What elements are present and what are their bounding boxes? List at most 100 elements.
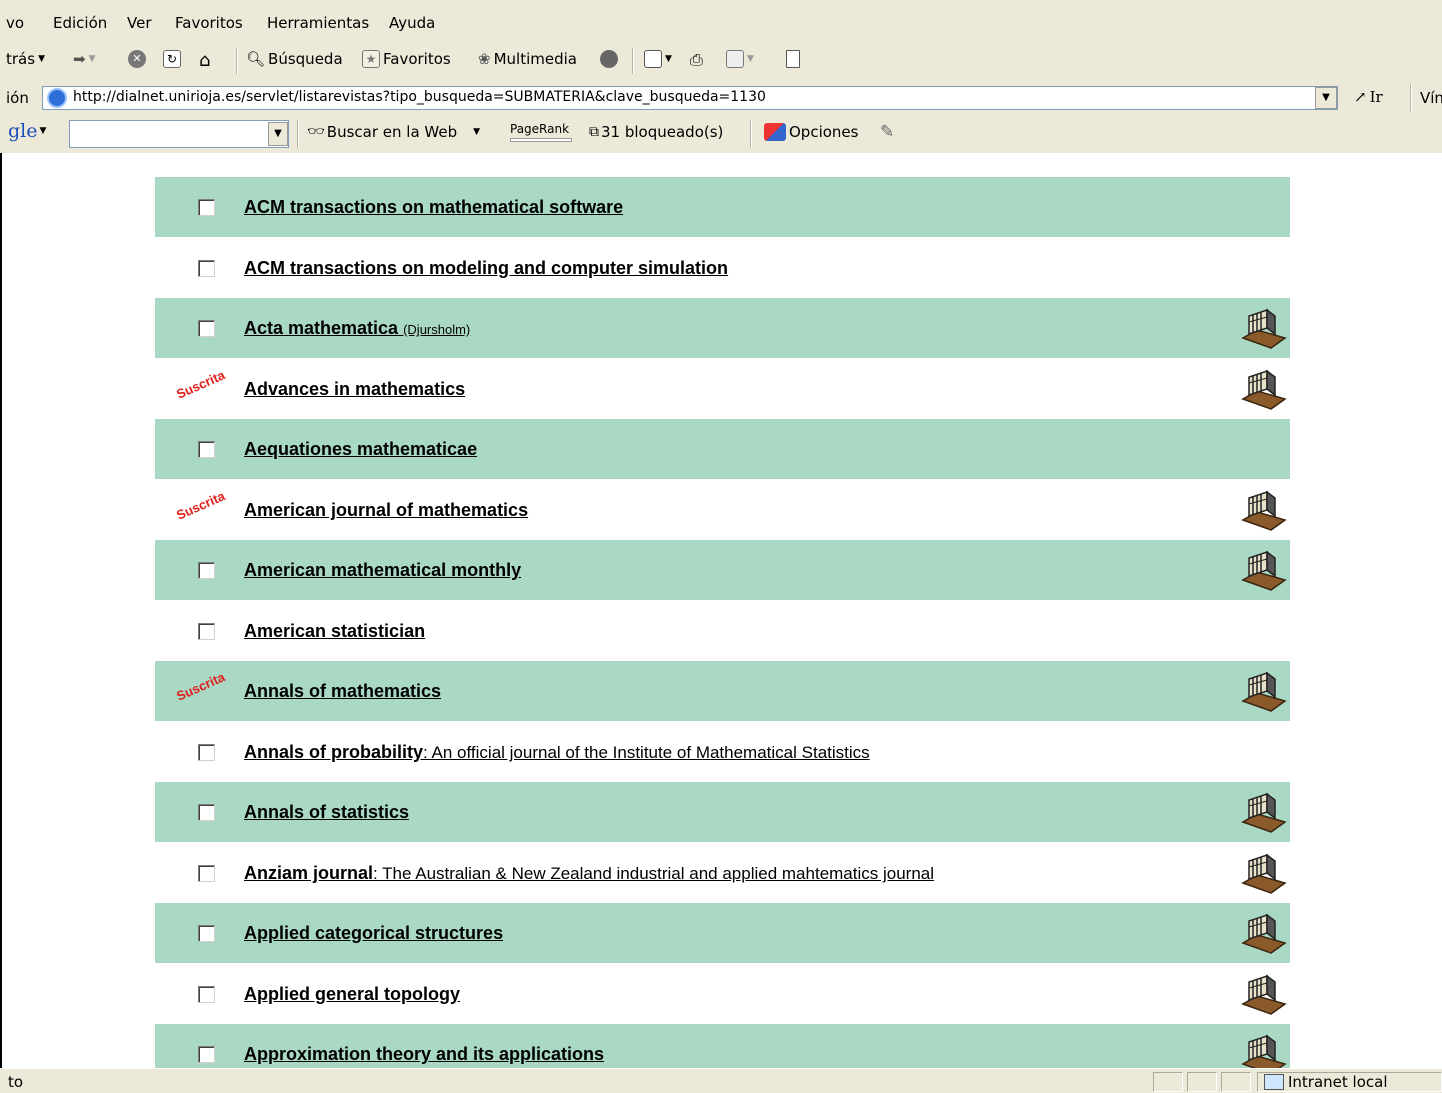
menu-favoritos[interactable]: Favoritos xyxy=(175,14,243,32)
popup-blocker-button[interactable]: ⧉ 31 bloqueado(s) xyxy=(589,123,723,141)
library-icon[interactable] xyxy=(1241,1034,1287,1068)
journal-title: Advances in mathematics xyxy=(244,379,466,399)
home-icon: ⌂ xyxy=(199,50,211,71)
discuss-button[interactable] xyxy=(786,50,800,68)
address-input[interactable]: http://dialnet.unirioja.es/servlet/lista… xyxy=(42,86,1338,110)
chevron-down-icon: ▼ xyxy=(665,54,672,64)
menu-edicion[interactable]: Edición xyxy=(53,14,107,32)
journal-title-link[interactable]: Applied general topology xyxy=(244,984,460,1005)
refresh-button[interactable]: ↻ xyxy=(163,50,181,68)
journal-row: Suscrita Advances in mathematics xyxy=(155,359,1290,419)
journal-title: Acta mathematica xyxy=(244,318,399,338)
journal-title: American statistician xyxy=(244,621,426,641)
back-label: trás xyxy=(6,50,36,68)
journal-title-link[interactable]: Advances in mathematics xyxy=(244,379,465,400)
journal-title-link[interactable]: American statistician xyxy=(244,621,425,642)
journal-title: American journal of mathematics xyxy=(244,500,529,520)
journal-title: Annals of mathematics xyxy=(244,681,442,701)
journal-checkbox[interactable] xyxy=(198,865,215,882)
history-button[interactable] xyxy=(600,50,618,68)
journal-title-link[interactable]: Acta mathematica (Djursholm) xyxy=(244,318,470,339)
journal-checkbox[interactable] xyxy=(198,1046,215,1063)
library-icon[interactable] xyxy=(1241,671,1287,713)
security-zone-label: Intranet local xyxy=(1288,1073,1388,1091)
journal-title-link[interactable]: ACM transactions on mathematical softwar… xyxy=(244,197,623,218)
journal-row: Applied general topology xyxy=(155,964,1290,1024)
menu-ver[interactable]: Ver xyxy=(127,14,152,32)
print-icon: ⎙ xyxy=(690,50,703,69)
journal-title-link[interactable]: Aequationes mathematicae xyxy=(244,439,477,460)
journal-title-link[interactable]: Applied categorical structures xyxy=(244,923,503,944)
pagerank-bar xyxy=(510,138,572,142)
menu-herramientas[interactable]: Herramientas xyxy=(267,14,369,32)
stop-button[interactable]: ✕ xyxy=(128,50,146,68)
journal-checkbox[interactable] xyxy=(198,199,215,216)
journal-checkbox[interactable] xyxy=(198,986,215,1003)
google-menu-button[interactable]: gle ▼ xyxy=(8,120,46,142)
highlighter-icon[interactable]: ✎ xyxy=(880,122,894,142)
google-logo: gle xyxy=(8,120,38,142)
favorites-button[interactable]: ★ Favoritos xyxy=(362,50,451,68)
library-icon[interactable] xyxy=(1241,369,1287,411)
library-icon[interactable] xyxy=(1241,974,1287,1016)
journal-checkbox[interactable] xyxy=(198,441,215,458)
journal-title-link[interactable]: Annals of statistics xyxy=(244,802,409,823)
journal-row: Anziam journal: The Australian & New Zea… xyxy=(155,843,1290,903)
back-button[interactable]: trás ▼ xyxy=(6,50,45,68)
stop-icon: ✕ xyxy=(128,50,146,68)
toolbar-separator xyxy=(632,48,634,74)
address-dropdown[interactable]: ▼ xyxy=(1315,87,1337,109)
media-button[interactable]: ❀ Multimedia xyxy=(478,50,577,68)
journal-title-link[interactable]: Approximation theory and its application… xyxy=(244,1044,604,1065)
journal-list: ACM transactions on mathematical softwar… xyxy=(2,153,1442,1068)
chevron-down-icon: ▼ xyxy=(747,54,754,64)
journal-row: ACM transactions on mathematical softwar… xyxy=(155,177,1290,237)
forward-arrow-icon: ➡ xyxy=(73,50,86,68)
chevron-down-icon: ▼ xyxy=(274,128,282,139)
go-button[interactable]: ↗ Ir xyxy=(1354,88,1383,106)
chevron-down-icon: ▼ xyxy=(88,54,96,64)
options-button[interactable]: Opciones xyxy=(764,123,858,141)
journal-title-link[interactable]: Anziam journal: The Australian & New Zea… xyxy=(244,863,934,884)
google-search-input[interactable] xyxy=(69,120,289,148)
journal-checkbox[interactable] xyxy=(198,260,215,277)
journal-checkbox[interactable] xyxy=(198,623,215,640)
search-web-label: Buscar en la Web xyxy=(326,123,458,141)
journal-title: Aequationes mathematicae xyxy=(244,439,478,459)
edit-button[interactable]: ▼ xyxy=(726,50,754,68)
status-panel xyxy=(1187,1072,1217,1092)
print-button[interactable]: ⎙ xyxy=(690,50,703,70)
journal-title-link[interactable]: ACM transactions on modeling and compute… xyxy=(244,258,728,279)
google-search-dropdown[interactable]: ▼ xyxy=(268,122,288,146)
menu-ayuda[interactable]: Ayuda xyxy=(389,14,435,32)
library-icon[interactable] xyxy=(1241,853,1287,895)
suscrita-badge: Suscrita xyxy=(174,367,228,402)
library-icon[interactable] xyxy=(1241,550,1287,592)
forward-button[interactable]: ➡ ▼ xyxy=(73,50,96,68)
search-button[interactable]: 🔍︎ Búsqueda xyxy=(246,50,343,68)
library-icon[interactable] xyxy=(1241,308,1287,350)
links-button[interactable]: Vín xyxy=(1420,89,1442,107)
go-arrow-icon: ↗ xyxy=(1354,88,1367,106)
journal-title-link[interactable]: American mathematical monthly xyxy=(244,560,521,581)
home-button[interactable]: ⌂ xyxy=(199,50,210,71)
journal-row: Acta mathematica (Djursholm) xyxy=(155,298,1290,358)
library-icon[interactable] xyxy=(1241,792,1287,834)
toolbar-separator xyxy=(236,48,238,74)
mail-button[interactable]: ▼ xyxy=(644,50,672,68)
library-icon[interactable] xyxy=(1241,490,1287,532)
journal-title-link[interactable]: Annals of probability: An official journ… xyxy=(244,742,870,763)
journal-checkbox[interactable] xyxy=(198,804,215,821)
journal-checkbox[interactable] xyxy=(198,744,215,761)
journal-title-link[interactable]: American journal of mathematics xyxy=(244,500,528,521)
search-web-button[interactable]: 👓︎ Buscar en la Web ▼ xyxy=(307,123,480,141)
journal-checkbox[interactable] xyxy=(198,320,215,337)
status-bar: to Intranet local xyxy=(0,1068,1442,1093)
journal-title-link[interactable]: Annals of mathematics xyxy=(244,681,441,702)
pagerank-indicator[interactable]: PageRank xyxy=(510,119,572,142)
menu-archivo[interactable]: vo xyxy=(6,14,24,32)
intranet-icon xyxy=(1264,1074,1284,1090)
journal-checkbox[interactable] xyxy=(198,562,215,579)
library-icon[interactable] xyxy=(1241,913,1287,955)
journal-checkbox[interactable] xyxy=(198,925,215,942)
